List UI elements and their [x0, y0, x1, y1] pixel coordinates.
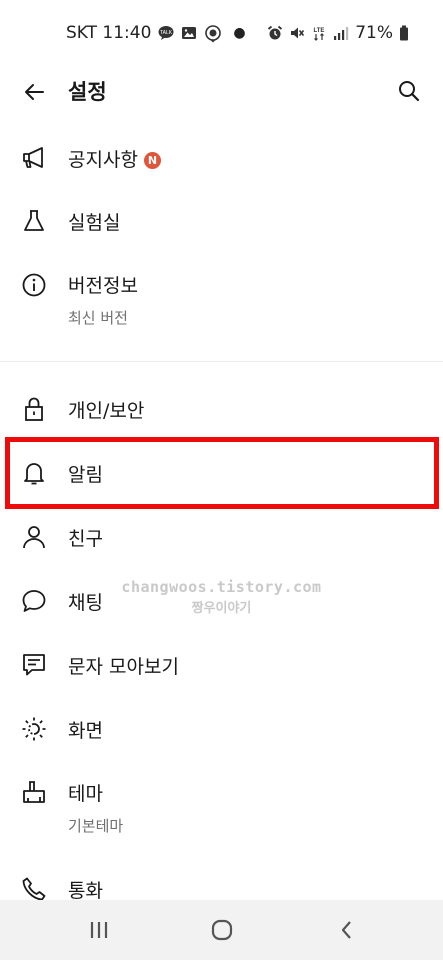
- lte-icon: LTE: [311, 25, 327, 41]
- menu-item-notice[interactable]: 공지사항 N: [0, 126, 443, 190]
- sms-label: 문자 모아보기: [68, 656, 179, 678]
- alarm-label: 알림: [68, 464, 103, 486]
- home-icon: [211, 919, 233, 941]
- search-icon: [399, 81, 420, 102]
- menu-item-call[interactable]: 통화: [0, 857, 443, 903]
- menu-item-alarm[interactable]: 알림: [0, 441, 443, 505]
- bell-icon: [20, 459, 48, 487]
- privacy-label: 개인/보안: [68, 400, 145, 422]
- talk-icon: TALK: [158, 25, 174, 41]
- chevron-left-icon: [341, 921, 351, 939]
- friends-label: 친구: [68, 528, 103, 550]
- menu-item-sms[interactable]: 문자 모아보기: [0, 633, 443, 697]
- version-label: 버전정보: [68, 275, 138, 297]
- image-icon: [181, 25, 197, 41]
- watermark-name: 짱우이야기: [191, 601, 252, 616]
- menu-item-privacy[interactable]: 개인/보안: [0, 377, 443, 441]
- more-notifications-dot: ●: [233, 25, 246, 41]
- watermark: changwoos.tistory.com 짱우이야기: [0, 578, 443, 616]
- info-icon: [20, 271, 48, 299]
- nav-back-button[interactable]: [331, 914, 363, 946]
- menu-item-label: 공지사항 N: [68, 145, 161, 172]
- recent-apps-icon: [90, 922, 108, 938]
- call-label: 통화: [68, 880, 103, 902]
- menu-item-theme[interactable]: 테마 기본테마: [0, 761, 443, 851]
- notice-label: 공지사항: [68, 149, 138, 171]
- lock-icon: [20, 395, 48, 423]
- menu-item-version[interactable]: 버전정보 최신 버전: [0, 255, 443, 345]
- watermark-url: changwoos.tistory.com: [121, 578, 322, 596]
- new-badge: N: [143, 152, 161, 169]
- flask-icon: [20, 207, 48, 235]
- svg-text:LTE: LTE: [314, 28, 325, 34]
- battery-icon: [399, 25, 409, 41]
- system-nav-bar: [0, 900, 443, 960]
- location-face-icon: [204, 25, 222, 43]
- app-header: 설정: [0, 66, 443, 116]
- status-right: LTE 71%: [267, 23, 409, 43]
- mute-icon: [289, 25, 305, 41]
- svg-text:TALK: TALK: [160, 30, 173, 36]
- theme-label: 테마: [68, 783, 103, 805]
- carrier-time: SKT 11:40: [66, 23, 152, 43]
- arrow-left-icon: [25, 84, 44, 100]
- paint-roller-icon: [20, 778, 48, 806]
- alarm-icon: [267, 25, 283, 41]
- sms-bubble-icon: [20, 651, 48, 679]
- back-button[interactable]: [20, 78, 48, 106]
- section-divider: [0, 361, 443, 362]
- display-label: 화면: [68, 720, 103, 742]
- search-button[interactable]: [395, 77, 423, 105]
- home-button[interactable]: [206, 914, 238, 946]
- phone-icon: [20, 875, 48, 903]
- status-bar: SKT 11:40 TALK ● LTE 71%: [0, 0, 443, 66]
- person-icon: [20, 523, 48, 551]
- menu-item-lab[interactable]: 실험실: [0, 190, 443, 254]
- recent-apps-button[interactable]: [83, 914, 115, 946]
- menu-item-display[interactable]: 화면: [0, 697, 443, 761]
- megaphone-icon: [20, 144, 48, 172]
- menu-item-friends[interactable]: 친구: [0, 505, 443, 569]
- brightness-icon: [20, 715, 48, 743]
- theme-sub: 기본테마: [68, 817, 124, 835]
- lab-label: 실험실: [68, 212, 121, 234]
- page-title: 설정: [68, 80, 107, 104]
- battery-percent: 71%: [355, 23, 393, 43]
- status-left: SKT 11:40 TALK ●: [66, 23, 246, 43]
- version-sub: 최신 버전: [68, 309, 128, 327]
- signal-icon: [333, 25, 349, 41]
